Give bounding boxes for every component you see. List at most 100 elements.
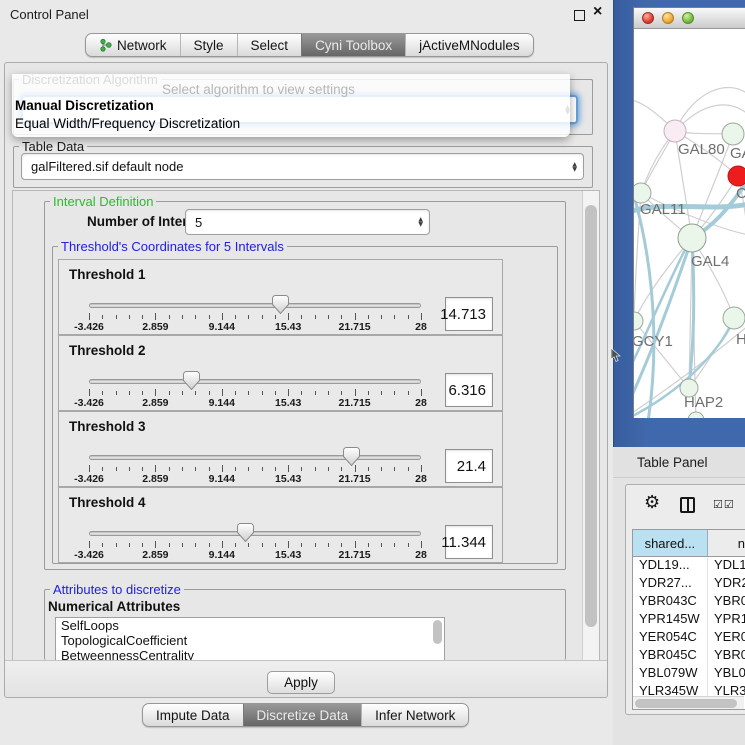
tab-cyni-toolbox[interactable]: Cyni Toolbox: [301, 34, 405, 56]
table-horizontal-scrollbar-thumb[interactable]: [635, 699, 737, 708]
slider-thumb[interactable]: [343, 447, 360, 466]
slider-tick: [182, 315, 183, 319]
network-node[interactable]: [634, 312, 643, 330]
slider-tick: [248, 315, 249, 319]
attribute-list-item[interactable]: SelfLoops: [56, 618, 444, 633]
threshold-4-value-field[interactable]: 11.344: [445, 525, 493, 559]
network-node[interactable]: [664, 120, 686, 142]
table-horizontal-scrollbar[interactable]: [633, 696, 744, 709]
network-node-label: C: [736, 185, 745, 202]
network-node[interactable]: [678, 224, 706, 252]
close-icon[interactable]: ×: [593, 3, 602, 21]
tab-select[interactable]: Select: [237, 34, 302, 56]
slider-tick: [328, 543, 329, 547]
slider-tick: [368, 391, 369, 395]
slider-tick: [89, 389, 90, 396]
table-row[interactable]: YBR043C YBR0: [633, 593, 745, 611]
table-cell-shared-name[interactable]: YDL19...: [633, 557, 708, 575]
table-row[interactable]: YER054C YER0: [633, 629, 745, 647]
main-scrollbar[interactable]: [582, 191, 599, 660]
column-header-name[interactable]: n: [708, 530, 745, 556]
table-cell-shared-name[interactable]: YER054C: [633, 629, 708, 647]
slider-thumb[interactable]: [183, 371, 200, 390]
network-node[interactable]: [723, 307, 745, 329]
table-cell-shared-name[interactable]: YPR145W: [633, 611, 708, 629]
threshold-2-value-field[interactable]: 6.316: [445, 373, 493, 407]
table-cell-name[interactable]: YDR2: [708, 575, 745, 593]
slider-tick: [394, 391, 395, 395]
table-cell-shared-name[interactable]: YDR27...: [633, 575, 708, 593]
threshold-4-slider[interactable]: -3.4262.8599.14415.4321.71528: [59, 488, 504, 564]
attribute-list-item[interactable]: TopologicalCoefficient: [56, 633, 444, 648]
control-panel: Control Panel × Network Style Select Cyn…: [0, 0, 613, 745]
slider-thumb[interactable]: [237, 523, 254, 542]
threshold-3-value-field[interactable]: 21.4: [445, 449, 493, 483]
slider-tick: [182, 391, 183, 395]
select-checkboxes-icon[interactable]: ☑☑: [713, 498, 735, 511]
network-node[interactable]: [728, 166, 745, 186]
table-row[interactable]: YDL19... YDL1: [633, 557, 745, 575]
slider-tick: [275, 315, 276, 319]
table-cell-name[interactable]: YER0: [708, 629, 745, 647]
slider-tick: [421, 465, 422, 472]
table-cell-name[interactable]: YPR1: [708, 611, 745, 629]
tab-impute-data[interactable]: Impute Data: [143, 704, 243, 726]
table-cell-name[interactable]: YDL1: [708, 557, 745, 575]
number-of-intervals-value: 5: [195, 215, 202, 230]
slider-tick: [355, 389, 356, 396]
main-scrollbar-thumb[interactable]: [585, 205, 597, 627]
slider-tick: [209, 467, 210, 471]
table-cell-name[interactable]: YBR0: [708, 647, 745, 665]
tab-jactivemnodules[interactable]: jActiveMNodules: [405, 34, 533, 56]
network-node[interactable]: [722, 123, 744, 145]
slider-tick: [301, 467, 302, 471]
network-node[interactable]: [688, 412, 704, 418]
algorithm-option-manual-discretization[interactable]: Manual Discretization: [15, 98, 154, 113]
slider-thumb[interactable]: [272, 295, 289, 314]
threshold-2-slider[interactable]: -3.4262.8599.14415.4321.71528: [59, 336, 504, 412]
tab-network[interactable]: Network: [86, 34, 180, 56]
number-of-intervals-combobox[interactable]: 5 ▲▼: [185, 209, 430, 235]
threshold-1-value-field[interactable]: 14.713: [445, 297, 493, 331]
table-data-combobox[interactable]: galFiltered.sif default node ▲▼: [21, 153, 584, 180]
apply-button[interactable]: Apply: [267, 671, 335, 694]
gear-icon[interactable]: ⚙: [644, 493, 660, 513]
table-row[interactable]: YBL079W YBL0: [633, 665, 745, 683]
table-cell-name[interactable]: YBR0: [708, 593, 745, 611]
algorithm-option-equal-width-frequency[interactable]: Equal Width/Frequency Discretization: [15, 116, 240, 131]
table-panel-titlebar: Table Panel: [613, 447, 745, 478]
slider-tick-label: 9.144: [209, 397, 235, 409]
table-cell-shared-name[interactable]: YBR045C: [633, 647, 708, 665]
algorithm-option-placeholder[interactable]: Select algorithm to view settings: [162, 82, 355, 97]
numerical-attributes-list[interactable]: SelfLoopsTopologicalCoefficientBetweenne…: [55, 617, 445, 663]
table-cell-shared-name[interactable]: YBR043C: [633, 593, 708, 611]
threshold-3-slider[interactable]: -3.4262.8599.14415.4321.71528: [59, 412, 504, 488]
table-cell-shared-name[interactable]: YBL079W: [633, 665, 708, 683]
zoom-traffic-light-icon[interactable]: [682, 12, 694, 24]
table-row[interactable]: YBR045C YBR0: [633, 647, 745, 665]
column-header-shared-name[interactable]: shared...: [633, 530, 708, 556]
columns-icon[interactable]: [680, 497, 695, 513]
tab-discretize-data[interactable]: Discretize Data: [243, 704, 362, 726]
slider-tick: [275, 467, 276, 471]
slider-tick-label: 21.715: [339, 397, 371, 409]
tab-style[interactable]: Style: [180, 34, 237, 56]
table-row[interactable]: YPR145W YPR1: [633, 611, 745, 629]
slider-tick-label: 2.859: [142, 397, 168, 409]
slider-tick-label: 15.43: [275, 473, 301, 485]
tab-infer-network[interactable]: Infer Network: [361, 704, 468, 726]
table-row[interactable]: YDR27... YDR2: [633, 575, 745, 593]
slider-tick: [408, 391, 409, 395]
threshold-1-slider[interactable]: -3.4262.8599.14415.4321.71528: [59, 260, 504, 336]
attributes-group-title: Attributes to discretize: [50, 582, 184, 597]
network-node[interactable]: [634, 183, 651, 203]
minimize-traffic-light-icon[interactable]: [662, 12, 674, 24]
table-cell-name[interactable]: YBL0: [708, 665, 745, 683]
slider-tick: [209, 315, 210, 319]
network-canvas[interactable]: GAL80GACGAL11GAL4GCY1HHAP2: [634, 30, 745, 418]
slider-tick: [142, 543, 143, 547]
float-window-icon[interactable]: [574, 10, 585, 21]
list-scrollbar[interactable]: [433, 620, 442, 644]
network-window-titlebar[interactable]: [634, 8, 745, 29]
close-traffic-light-icon[interactable]: [642, 12, 654, 24]
